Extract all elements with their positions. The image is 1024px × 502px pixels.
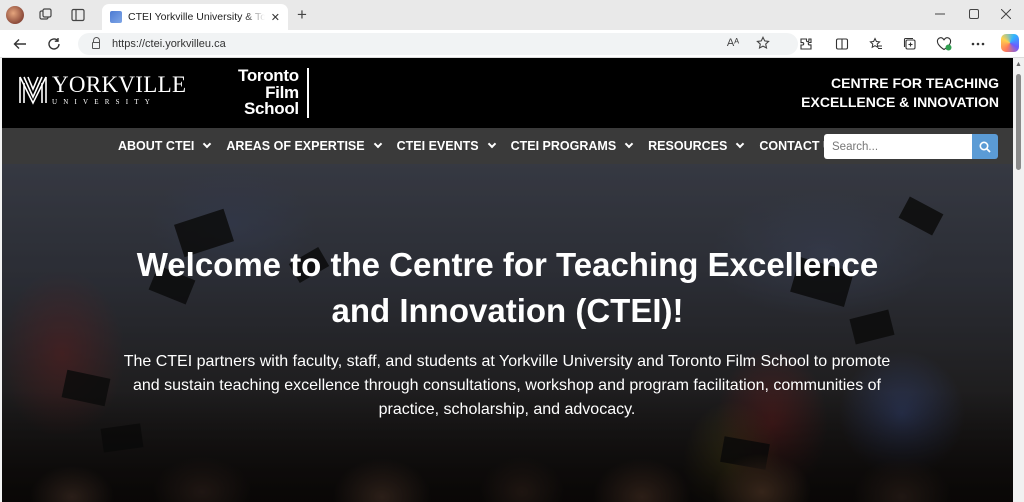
web-page: YORKVILLE UNIVERSITY Toronto Film School…	[2, 58, 1013, 502]
nav-areas-of-expertise[interactable]: AREAS OF EXPERTISE	[226, 139, 382, 153]
workspaces-icon[interactable]	[36, 5, 56, 25]
favorite-star-icon[interactable]	[754, 34, 772, 52]
extensions-icon[interactable]	[796, 34, 816, 54]
refresh-icon[interactable]	[44, 34, 64, 54]
browser-tab-active[interactable]: CTEI Yorkville University & Toronto Film…	[102, 4, 288, 30]
tab-title: CTEI Yorkville University & Toronto Film…	[128, 11, 265, 23]
hero-banner: Welcome to the Centre for Teaching Excel…	[2, 164, 1013, 502]
collections-icon[interactable]	[900, 34, 920, 54]
yorkville-subtitle: UNIVERSITY	[52, 98, 156, 106]
address-bar-row: https://ctei.yorkvilleu.ca Aᴬ	[0, 30, 1024, 58]
copilot-icon[interactable]	[1001, 34, 1019, 52]
chevron-down-icon	[373, 139, 382, 149]
search-icon	[979, 140, 991, 153]
chevron-down-icon	[487, 139, 496, 149]
favorites-icon[interactable]	[866, 34, 886, 54]
back-icon[interactable]	[10, 34, 30, 54]
nav-areas-of-expertise-label: AREAS OF EXPERTISE	[226, 139, 365, 153]
close-window-button[interactable]	[994, 4, 1018, 24]
chevron-down-icon	[203, 139, 212, 149]
browser-essentials-icon[interactable]	[934, 34, 954, 54]
search-button[interactable]	[972, 134, 998, 159]
ctei-site-title[interactable]: CENTRE FOR TEACHING EXCELLENCE & INNOVAT…	[801, 74, 999, 112]
browser-tab-bar: CTEI Yorkville University & Toronto Film…	[0, 0, 1024, 30]
nav-resources[interactable]: RESOURCES	[648, 139, 745, 153]
url-text: https://ctei.yorkvilleu.ca	[112, 38, 226, 50]
nav-ctei-events[interactable]: CTEI EVENTS	[396, 139, 496, 153]
tab-close-icon[interactable]: ✕	[271, 11, 280, 24]
nav-about-ctei-label: ABOUT CTEI	[118, 139, 195, 153]
main-navigation: ABOUT CTEI AREAS OF EXPERTISE CTEI EVENT…	[2, 128, 1013, 164]
nav-resources-label: RESOURCES	[648, 139, 728, 153]
read-aloud-icon[interactable]: Aᴬ	[724, 34, 742, 52]
site-header: YORKVILLE UNIVERSITY Toronto Film School…	[2, 58, 1013, 128]
chevron-down-icon	[736, 139, 745, 149]
nav-about-ctei[interactable]: ABOUT CTEI	[118, 139, 212, 153]
profile-avatar[interactable]	[6, 6, 24, 24]
maximize-button[interactable]	[962, 4, 986, 24]
nav-ctei-programs-label: CTEI PROGRAMS	[510, 139, 617, 153]
page-scrollbar[interactable]: ▲	[1013, 58, 1024, 502]
more-icon[interactable]	[968, 34, 988, 54]
yorkville-logo-mark-icon	[19, 76, 47, 105]
hero-title: Welcome to the Centre for Teaching Excel…	[2, 242, 1013, 334]
split-screen-icon[interactable]	[832, 34, 852, 54]
ctei-title-line-2: EXCELLENCE & INNOVATION	[801, 94, 999, 110]
scroll-up-arrow-icon[interactable]: ▲	[1015, 61, 1022, 68]
vertical-tabs-icon[interactable]	[68, 5, 88, 25]
nav-ctei-events-label: CTEI EVENTS	[396, 139, 479, 153]
ctei-title-line-1: CENTRE FOR TEACHING	[831, 75, 999, 91]
yorkville-university-logo[interactable]: YORKVILLE UNIVERSITY	[18, 73, 186, 107]
search-input[interactable]	[824, 134, 972, 159]
chevron-down-icon	[624, 139, 634, 149]
hero-description: The CTEI partners with faculty, staff, a…	[123, 353, 891, 418]
nav-ctei-programs[interactable]: CTEI PROGRAMS	[510, 139, 634, 153]
tfs-line-3: School	[243, 99, 299, 118]
minimize-button[interactable]	[928, 4, 952, 24]
new-tab-button[interactable]: +	[292, 5, 312, 25]
toronto-film-school-logo[interactable]: Toronto Film School	[238, 67, 309, 118]
yorkville-name: YORKVILLE	[52, 72, 187, 97]
hero-title-line-2: and Innovation (CTEI)!	[331, 292, 684, 329]
scrollbar-thumb[interactable]	[1016, 74, 1021, 170]
lock-icon[interactable]	[92, 37, 100, 49]
hero-title-line-1: Welcome to the Centre for Teaching Excel…	[136, 246, 879, 283]
site-search	[824, 134, 998, 159]
site-favicon-icon	[110, 11, 122, 23]
url-field[interactable]: https://ctei.yorkvilleu.ca	[78, 33, 798, 55]
